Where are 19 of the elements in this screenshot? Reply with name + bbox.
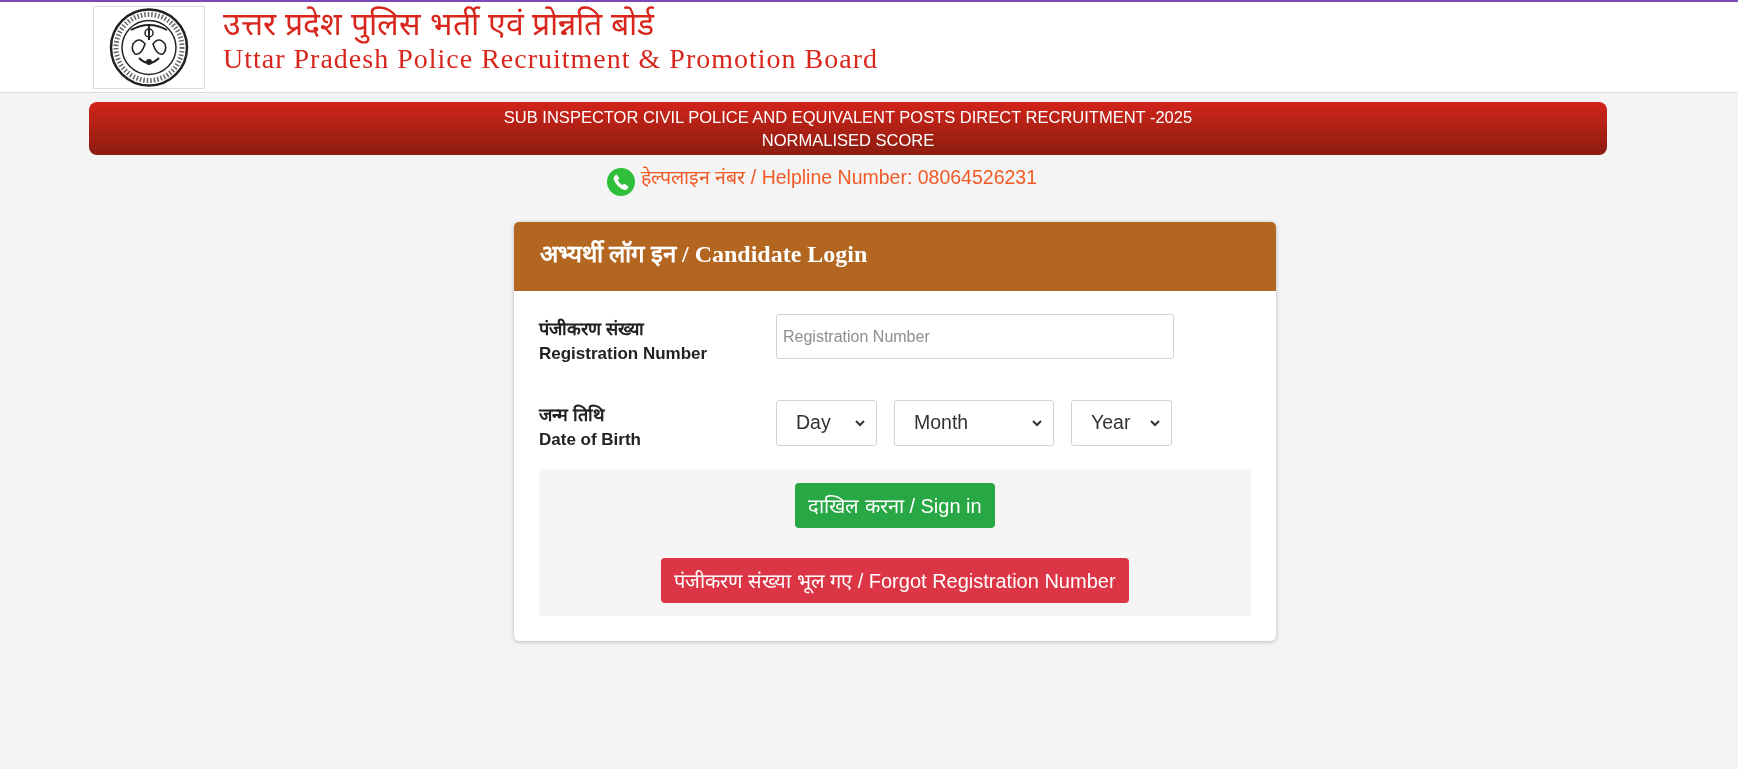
date-select[interactable]: Year: [1071, 400, 1172, 446]
field-label-hindi: पंजीकरण संख्या: [539, 317, 646, 341]
site-title-hindi: उत्तर प्रदेश पुलिस भर्ती एवं प्रोन्नति बोर्ड: [223, 5, 656, 43]
chevron-down-icon: [854, 419, 866, 427]
helpline-text: हेल्पलाइन नंबर / Helpline Number: 08064526231: [641, 165, 1038, 191]
site-title-english: Uttar Pradesh Police Recruitment & Promotion Board: [223, 43, 878, 75]
forgot-registration-button[interactable]: पंजीकरण संख्या भूल गए / Forgot Registration Number: [661, 558, 1129, 603]
banner-text: NORMALISED SCORE: [761, 129, 935, 151]
phone-icon: [607, 168, 635, 196]
banner-text: SUB INSPECTOR CIVIL POLICE AND EQUIVALENT POSTS DIRECT RECRUITMENT -2025: [503, 106, 1193, 128]
chevron-down-icon: [1149, 419, 1161, 427]
date-select[interactable]: Day: [776, 400, 877, 446]
chevron-down-icon: [1031, 419, 1043, 427]
card-title: अभ्यर्थी लॉग इन / Candidate Login: [540, 239, 868, 269]
registration-number-field[interactable]: Registration Number: [776, 314, 1174, 359]
field-label: Registration Number: [539, 343, 709, 365]
date-select[interactable]: Month: [894, 400, 1054, 446]
field-label: Date of Birth: [539, 429, 642, 451]
field-label-hindi: जन्म तिथि: [539, 403, 606, 427]
